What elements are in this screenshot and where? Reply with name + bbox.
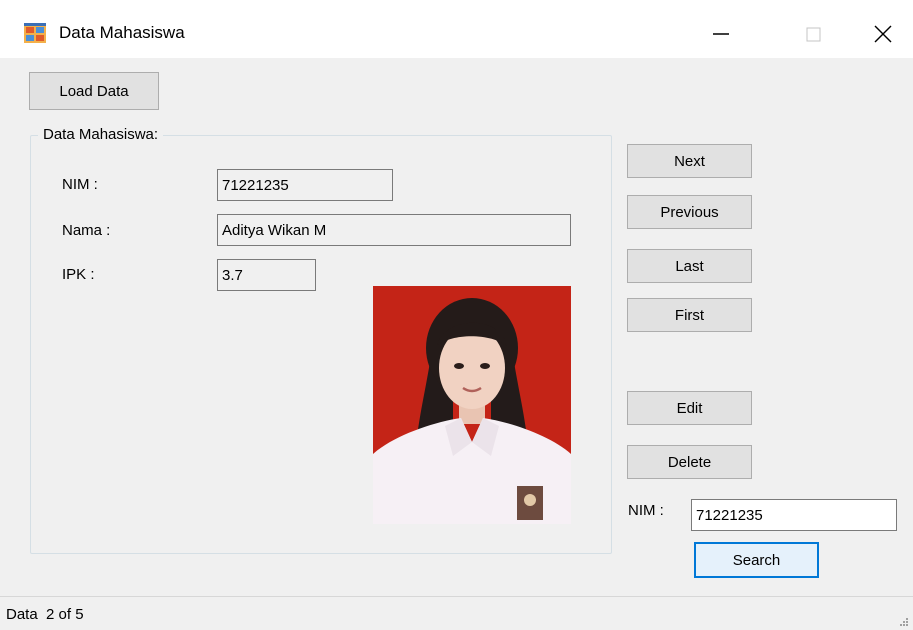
search-nim-input[interactable] xyxy=(696,506,896,524)
close-icon xyxy=(874,25,892,43)
ipk-input[interactable] xyxy=(222,266,315,284)
status-bar: Data 2 of 5 xyxy=(0,596,913,630)
student-photo xyxy=(373,286,571,524)
maximize-button[interactable] xyxy=(790,12,836,56)
edit-button[interactable]: Edit xyxy=(627,391,752,425)
nama-input[interactable] xyxy=(222,221,570,239)
resize-grip-icon[interactable] xyxy=(897,615,909,627)
ipk-textbox[interactable] xyxy=(217,259,316,291)
last-button[interactable]: Last xyxy=(627,249,752,283)
form-app-icon xyxy=(24,23,46,43)
minimize-icon xyxy=(713,33,729,35)
search-nim-textbox[interactable] xyxy=(691,499,897,531)
nama-textbox[interactable] xyxy=(217,214,571,246)
close-button[interactable] xyxy=(860,12,906,56)
main-window: Data Mahasiswa Load Data Data Mahasiswa:… xyxy=(0,0,913,630)
previous-button[interactable]: Previous xyxy=(627,195,752,229)
nim-input[interactable] xyxy=(222,176,392,194)
load-data-button[interactable]: Load Data xyxy=(29,72,159,110)
groupbox-title: Data Mahasiswa: xyxy=(38,126,164,143)
next-button[interactable]: Next xyxy=(627,144,752,178)
title-bar[interactable]: Data Mahasiswa xyxy=(0,0,913,58)
delete-button[interactable]: Delete xyxy=(627,445,752,479)
ipk-label: IPK : xyxy=(62,266,95,283)
first-button[interactable]: First xyxy=(627,298,752,332)
window-title: Data Mahasiswa xyxy=(59,23,185,42)
nim-label: NIM : xyxy=(62,176,98,193)
minimize-button[interactable] xyxy=(698,12,744,56)
maximize-icon xyxy=(806,27,821,42)
search-button[interactable]: Search xyxy=(694,542,819,578)
client-area: Load Data Data Mahasiswa: NIM : Nama : I… xyxy=(0,58,913,630)
status-record-text: Data 2 of 5 xyxy=(6,606,84,623)
search-nim-label: NIM : xyxy=(628,502,664,519)
nama-label: Nama : xyxy=(62,222,111,239)
student-photo-image xyxy=(373,286,571,524)
nim-textbox[interactable] xyxy=(217,169,393,201)
